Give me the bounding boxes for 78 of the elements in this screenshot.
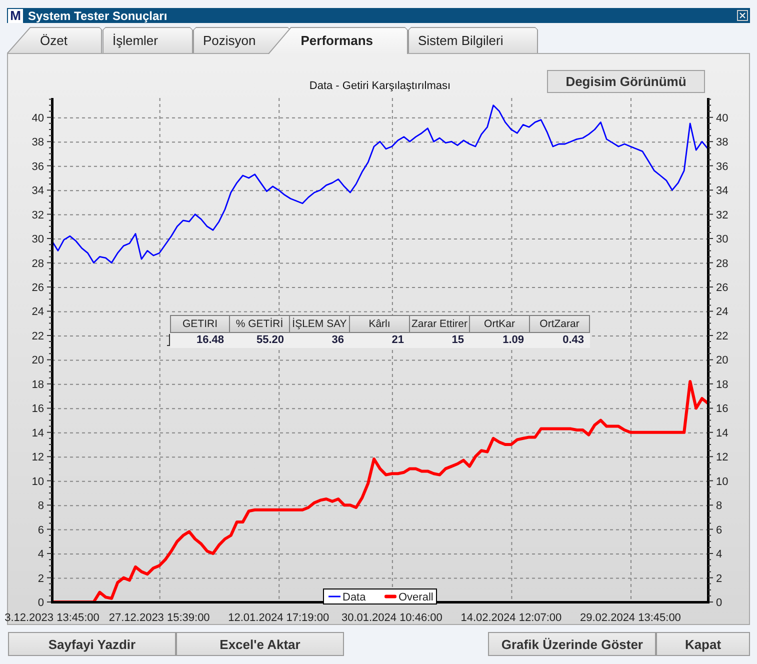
x-tick-label: 12.01.2024 17:19:00 [228, 612, 330, 624]
close-button[interactable]: Kapat [656, 632, 750, 656]
y-tick-label: 18 [32, 378, 44, 391]
x-tick-label: 30.01.2024 10:46:00 [341, 612, 442, 624]
column-header: Kârlı [350, 315, 410, 333]
column-header: İŞLEM SAY [290, 315, 350, 333]
y-tick-label: 6 [38, 524, 44, 536]
y-tick-label: 28 [716, 258, 728, 270]
y-tick-label: 0 [38, 597, 44, 609]
table-cell: 55.20 [230, 333, 290, 348]
y-tick-label: 20 [716, 354, 728, 367]
show-on-chart-button[interactable]: Grafik Üzerinde Göster [488, 632, 656, 656]
y-tick-label: 10 [716, 476, 728, 488]
y-tick-label: 4 [716, 548, 722, 561]
y-tick-label: 28 [32, 258, 44, 270]
y-tick-label: 32 [32, 209, 44, 222]
y-tick-label: 16 [716, 403, 728, 416]
y-tick-label: 38 [716, 136, 728, 149]
y-tick-label: 10 [32, 476, 44, 488]
y-tick-label: 40 [716, 112, 728, 124]
chart-title: Data - Getiri Karşılaştırılması [309, 80, 451, 92]
y-tick-label: 24 [716, 306, 728, 318]
table-cell: 1.09 [470, 333, 530, 348]
y-tick-label: 0 [716, 597, 722, 609]
legend-label: Data [342, 592, 366, 604]
tab[interactable]: İşlemler [102, 27, 193, 53]
tab[interactable]: Performans [268, 27, 408, 54]
y-tick-label: 8 [38, 500, 44, 512]
tab[interactable]: Özet [7, 27, 102, 53]
y-tick-label: 34 [716, 185, 728, 198]
y-tick-label: 20 [32, 354, 44, 367]
column-header: % GETİRİ [230, 315, 290, 333]
table-cell: 21 [350, 333, 410, 348]
y-tick-label: 22 [32, 330, 44, 342]
print-button[interactable]: Sayfayi Yazdir [8, 632, 176, 656]
legend-label: Overall [398, 592, 434, 604]
y-tick-label: 40 [32, 112, 44, 124]
close-icon[interactable] [737, 10, 748, 21]
y-tick-label: 2 [38, 572, 44, 585]
y-tick-label: 18 [716, 378, 728, 391]
x-tick-label: 3.12.2023 13:45:00 [4, 612, 100, 624]
y-tick-label: 36 [32, 160, 44, 173]
table-cell: 15 [410, 333, 470, 348]
y-tick-label: 30 [716, 234, 728, 246]
tab[interactable]: Sistem Bilgileri [408, 27, 538, 53]
y-tick-label: 32 [716, 209, 728, 222]
column-header: Zarar Ettirer [410, 315, 470, 333]
y-tick-label: 4 [38, 548, 44, 561]
y-tick-label: 26 [716, 282, 728, 294]
y-tick-label: 24 [32, 306, 44, 318]
y-tick-label: 26 [32, 282, 44, 294]
table-cell: 36 [290, 333, 350, 348]
export-button[interactable]: Excel'e Aktar [176, 632, 344, 656]
y-tick-label: 36 [716, 160, 728, 173]
x-tick-label: 27.12.2023 15:39:00 [108, 612, 210, 624]
y-tick-label: 8 [716, 500, 722, 512]
y-tick-label: 34 [32, 185, 44, 198]
y-tick-label: 2 [716, 572, 722, 585]
x-tick-label: 29.02.2024 13:45:00 [580, 612, 681, 624]
y-tick-label: 12 [32, 452, 44, 464]
y-tick-label: 38 [32, 136, 44, 149]
column-header: OrtZarar [530, 315, 590, 333]
table-cell: 16.48 [170, 333, 230, 348]
app-logo: M [8, 8, 23, 22]
y-tick-label: 12 [716, 452, 728, 464]
y-tick-label: 14 [32, 427, 44, 440]
y-tick-label: 14 [716, 427, 728, 440]
y-tick-label: 30 [32, 234, 44, 246]
view-toggle-button[interactable]: Degisim Görünümü [547, 70, 705, 93]
window-title: System Tester Sonuçları [28, 8, 168, 22]
tab[interactable]: Pozisyon [192, 27, 291, 53]
x-tick-label: 14.02.2024 12:07:00 [460, 612, 562, 624]
table-cell: 0.43 [530, 333, 590, 348]
y-tick-label: 22 [716, 330, 728, 342]
column-header: GETIRI [170, 315, 230, 333]
y-tick-label: 6 [716, 524, 722, 536]
y-tick-label: 16 [32, 403, 44, 416]
column-header: OrtKar [470, 315, 530, 333]
